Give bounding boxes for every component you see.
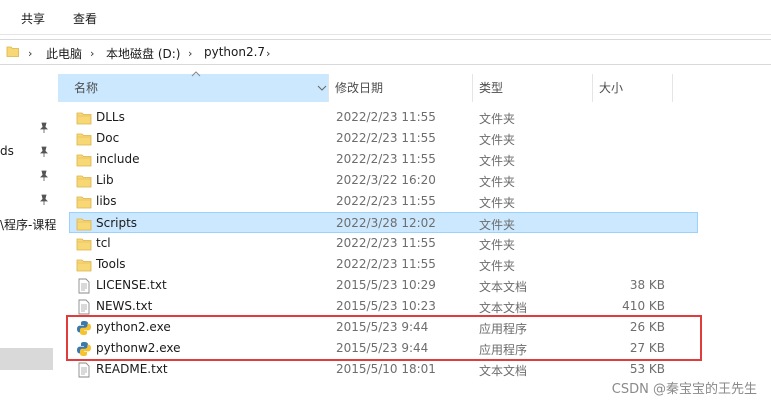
- pin-icon[interactable]: [38, 122, 50, 134]
- folder-icon: [76, 218, 92, 231]
- ribbon-divider: [0, 34, 771, 35]
- column-type-label: 类型: [479, 81, 504, 95]
- file-row[interactable]: Scripts 2022/3/28 12:02 文件夹: [69, 212, 698, 233]
- breadcrumb-this-pc[interactable]: 此电脑: [46, 45, 82, 62]
- chevron-right-icon[interactable]: ›: [90, 47, 98, 60]
- chevron-right-icon[interactable]: ›: [188, 47, 196, 60]
- file-name: include: [96, 152, 140, 166]
- folder-icon: [76, 154, 92, 167]
- column-name-label: 名称: [74, 81, 99, 95]
- chevron-down-icon[interactable]: [317, 84, 327, 92]
- column-header: 名称 修改日期 类型 大小: [58, 71, 771, 102]
- folder-icon: [76, 259, 92, 272]
- chevron-right-icon[interactable]: ›: [266, 47, 274, 60]
- chevron-right-icon[interactable]: ›: [28, 47, 36, 60]
- column-divider[interactable]: [592, 74, 593, 102]
- column-date[interactable]: 修改日期: [335, 74, 383, 102]
- breadcrumb-python27[interactable]: python2.7: [204, 45, 265, 59]
- folder-icon: [76, 175, 92, 188]
- column-divider[interactable]: [328, 74, 329, 102]
- nav-item-course[interactable]: \程序-课程: [0, 216, 56, 233]
- column-size[interactable]: 大小: [599, 74, 623, 102]
- column-size-label: 大小: [599, 81, 624, 95]
- file-row[interactable]: Doc 2022/2/23 11:55 文件夹: [70, 128, 697, 149]
- file-row[interactable]: NEWS.txt 2015/5/23 10:23 文本文档 410 KB: [70, 296, 697, 317]
- ribbon: 共享 查看: [0, 0, 771, 34]
- file-row[interactable]: libs 2022/2/23 11:55 文件夹: [70, 191, 697, 212]
- tab-share[interactable]: 共享: [21, 10, 45, 27]
- file-row[interactable]: LICENSE.txt 2015/5/23 10:29 文本文档 38 KB: [70, 275, 697, 296]
- text-file-icon: [78, 299, 90, 315]
- column-name[interactable]: 名称: [58, 71, 328, 102]
- file-row[interactable]: README.txt 2015/5/10 18:01 文本文档 53 KB: [70, 359, 697, 380]
- file-name: Tools: [96, 257, 126, 271]
- file-type: 文件夹: [479, 175, 516, 189]
- file-type: 文件夹: [479, 259, 516, 273]
- navigation-pane[interactable]: ds \程序-课程: [0, 70, 58, 406]
- address-box[interactable]: › 此电脑 › 本地磁盘 (D:) › python2.7 ›: [0, 39, 771, 65]
- file-size: 38 KB: [629, 278, 665, 292]
- sort-chevron-icon: [191, 71, 201, 77]
- file-name: README.txt: [96, 362, 168, 376]
- file-type: 文件夹: [479, 112, 516, 126]
- watermark: CSDN @秦宝宝的王先生: [611, 382, 757, 397]
- file-date: 2015/5/23 10:23: [336, 299, 436, 313]
- file-type: 文件夹: [479, 196, 516, 210]
- column-divider[interactable]: [672, 74, 673, 102]
- file-size: 410 KB: [622, 299, 665, 313]
- file-date: 2015/5/10 18:01: [336, 362, 436, 376]
- file-row[interactable]: tcl 2022/2/23 11:55 文件夹: [70, 233, 697, 254]
- file-name: Doc: [96, 131, 120, 145]
- file-date: 2015/5/23 10:29: [336, 278, 436, 292]
- file-type: 文本文档: [479, 280, 528, 294]
- folder-icon: [76, 196, 92, 209]
- file-name: NEWS.txt: [96, 299, 153, 313]
- file-name: tcl: [96, 236, 111, 250]
- file-date: 2022/2/23 11:55: [336, 194, 436, 208]
- file-row[interactable]: Lib 2022/3/22 16:20 文件夹: [70, 170, 697, 191]
- file-date: 2022/3/28 12:02: [336, 216, 436, 230]
- file-name: LICENSE.txt: [96, 278, 167, 292]
- file-size: 53 KB: [629, 362, 665, 376]
- file-date: 2022/3/22 16:20: [336, 173, 436, 187]
- file-date: 2022/2/23 11:55: [336, 131, 436, 145]
- breadcrumb-local-disk[interactable]: 本地磁盘 (D:): [106, 45, 180, 62]
- tab-view[interactable]: 查看: [73, 10, 97, 27]
- file-name: DLLs: [96, 110, 125, 124]
- address-bar[interactable]: › 此电脑 › 本地磁盘 (D:) › python2.7 ›: [0, 36, 771, 66]
- pin-icon[interactable]: [38, 194, 50, 206]
- file-row[interactable]: include 2022/2/23 11:55 文件夹: [70, 149, 697, 170]
- file-date: 2022/2/23 11:55: [336, 257, 436, 271]
- file-name: libs: [96, 194, 117, 208]
- pin-icon[interactable]: [38, 146, 50, 158]
- file-type: 文件夹: [479, 154, 516, 168]
- file-date: 2022/2/23 11:55: [336, 152, 436, 166]
- file-type: 文本文档: [479, 301, 528, 315]
- folder-icon: [6, 46, 19, 57]
- annotation-highlight-box: [66, 315, 702, 361]
- file-name: Lib: [96, 173, 114, 187]
- file-row[interactable]: DLLs 2022/2/23 11:55 文件夹: [70, 107, 697, 128]
- file-type: 文本文档: [479, 364, 528, 378]
- text-file-icon: [78, 278, 90, 294]
- nav-item-downloads[interactable]: ds: [0, 144, 14, 158]
- file-type: 文件夹: [479, 238, 516, 252]
- file-row[interactable]: Tools 2022/2/23 11:55 文件夹: [70, 254, 697, 275]
- column-divider[interactable]: [472, 74, 473, 102]
- file-type: 文件夹: [479, 218, 516, 232]
- file-name: Scripts: [96, 216, 138, 230]
- text-file-icon: [78, 362, 90, 378]
- file-date: 2022/2/23 11:55: [336, 110, 436, 124]
- folder-icon: [76, 112, 92, 125]
- column-type[interactable]: 类型: [479, 74, 503, 102]
- pin-icon[interactable]: [38, 170, 50, 182]
- file-type: 文件夹: [479, 133, 516, 147]
- nav-selected-item[interactable]: [0, 348, 53, 370]
- folder-icon: [76, 238, 92, 251]
- column-date-label: 修改日期: [335, 81, 384, 95]
- file-date: 2022/2/23 11:55: [336, 236, 436, 250]
- folder-icon: [76, 133, 92, 146]
